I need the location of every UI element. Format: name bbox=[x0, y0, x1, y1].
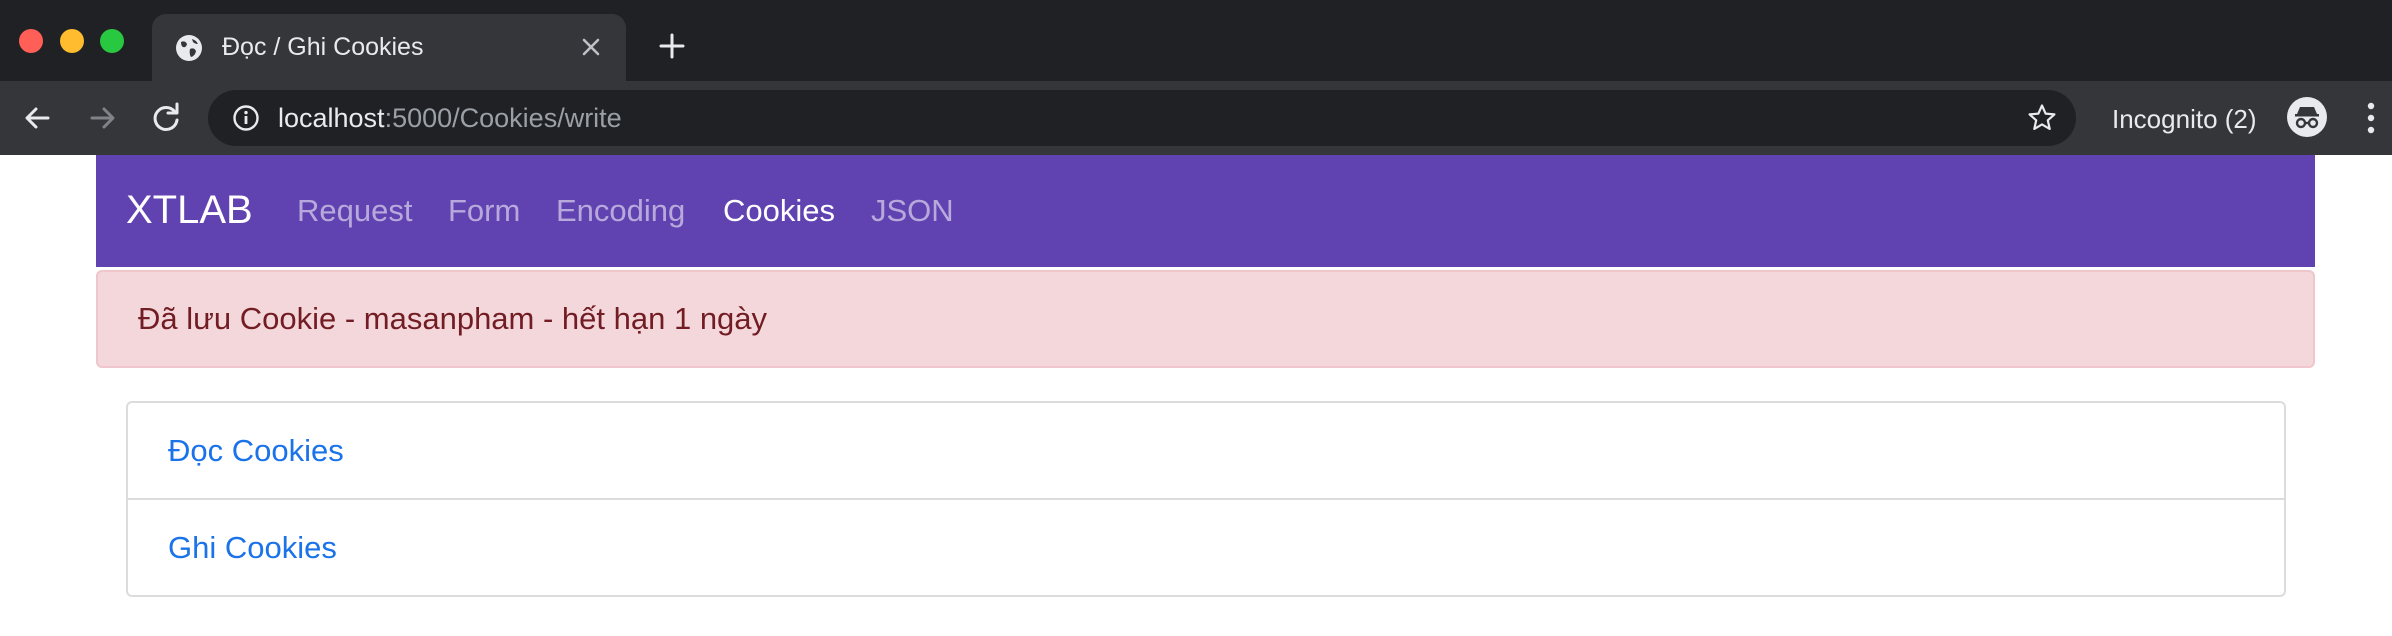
close-icon[interactable] bbox=[576, 32, 606, 62]
write-cookies-link[interactable]: Ghi Cookies bbox=[168, 530, 337, 566]
back-arrow-icon[interactable] bbox=[18, 98, 58, 138]
nav-link-cookies[interactable]: Cookies bbox=[723, 193, 835, 229]
nav-link-form[interactable]: Form bbox=[448, 193, 520, 229]
window-minimize-button[interactable] bbox=[60, 29, 84, 53]
incognito-label[interactable]: Incognito (2) bbox=[2112, 104, 2257, 135]
bookmark-star-icon[interactable] bbox=[2026, 102, 2058, 134]
globe-icon bbox=[176, 35, 202, 61]
list-item[interactable]: Ghi Cookies bbox=[128, 500, 2284, 597]
read-cookies-link[interactable]: Đọc Cookies bbox=[168, 433, 344, 469]
incognito-icon[interactable] bbox=[2286, 96, 2328, 138]
list-item[interactable]: Đọc Cookies bbox=[128, 403, 2284, 500]
alert-text: Đã lưu Cookie - masanpham - hết hạn 1 ng… bbox=[138, 301, 768, 336]
address-url[interactable]: localhost:5000/Cookies/write bbox=[278, 103, 622, 134]
address-bar[interactable]: localhost:5000/Cookies/write bbox=[208, 90, 2076, 146]
nav-link-request[interactable]: Request bbox=[297, 193, 412, 229]
site-navbar: XTLAB Request Form Encoding Cookies JSON bbox=[96, 155, 2315, 267]
window-maximize-button[interactable] bbox=[100, 29, 124, 53]
link-list: Đọc Cookies Ghi Cookies bbox=[126, 401, 2286, 597]
alert-message: Đã lưu Cookie - masanpham - hết hạn 1 ng… bbox=[96, 270, 2315, 368]
more-menu-icon[interactable] bbox=[2356, 98, 2386, 138]
nav-link-encoding[interactable]: Encoding bbox=[556, 193, 685, 229]
nav-link-json[interactable]: JSON bbox=[871, 193, 954, 229]
info-icon[interactable] bbox=[232, 104, 260, 132]
url-path: :5000/Cookies/write bbox=[384, 103, 622, 133]
url-host: localhost bbox=[278, 103, 385, 133]
reload-icon[interactable] bbox=[146, 98, 186, 138]
browser-tabstrip: Đọc / Ghi Cookies bbox=[0, 0, 2392, 81]
forward-arrow-icon[interactable] bbox=[82, 98, 122, 138]
new-tab-icon[interactable] bbox=[656, 30, 688, 62]
tab-title: Đọc / Ghi Cookies bbox=[222, 33, 424, 61]
browser-toolbar: localhost:5000/Cookies/write Incognito (… bbox=[0, 81, 2392, 155]
window-close-button[interactable] bbox=[19, 29, 43, 53]
brand-logo[interactable]: XTLAB bbox=[126, 188, 253, 233]
browser-tab[interactable]: Đọc / Ghi Cookies bbox=[152, 14, 626, 81]
